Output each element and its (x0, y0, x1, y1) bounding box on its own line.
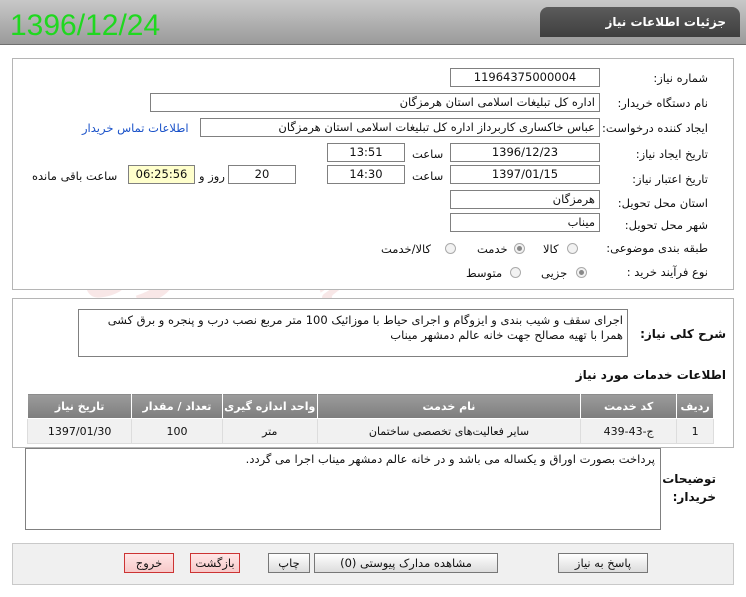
category-service-label: خدمت (477, 242, 508, 256)
process-partial-radio[interactable] (576, 267, 587, 278)
print-button[interactable]: چاپ (268, 553, 310, 573)
buyer-label: نام دستگاه خریدار: (617, 96, 708, 110)
buyer-notes-label-1: توضیحات (662, 472, 716, 486)
process-medium-label: متوسط (466, 266, 503, 280)
category-goods-radio[interactable] (567, 243, 578, 254)
process-medium-radio[interactable] (510, 267, 521, 278)
created-date-field: 1396/12/23 (450, 143, 600, 162)
category-goods-service-label: کالا/خدمت (381, 242, 432, 256)
time-remaining-field: 06:25:56 (128, 165, 195, 184)
buyer-notes-label-2: خریدار: (672, 490, 716, 504)
day-label: روز و (199, 169, 225, 183)
col-service-name: نام خدمت (316, 393, 582, 419)
buyer-notes-text: پرداخت بصورت اوراق و یکساله می باشد و در… (25, 448, 661, 530)
province-field: هرمزگان (450, 190, 600, 209)
category-service-radio[interactable] (514, 243, 525, 254)
col-quantity: تعداد / مقدار (131, 393, 223, 419)
deadline-date-label: تاریخ اعتبار نیاز: (632, 172, 708, 186)
deadline-time-label: ساعت (412, 169, 444, 183)
process-partial-label: جزیی (541, 266, 568, 280)
city-field: میناب (450, 213, 600, 232)
cell-row-number: 1 (676, 418, 714, 444)
cell-unit: متر (221, 418, 318, 444)
page-title: جزئیات اطلاعات نیاز (540, 7, 740, 37)
created-time-field: 13:51 (327, 143, 405, 162)
category-label: طبقه بندی موضوعی: (606, 241, 708, 255)
deadline-date-field: 1397/01/15 (450, 165, 600, 184)
description-label: شرح کلی نیاز: (640, 327, 726, 341)
buyer-field: اداره کل تبلیغات اسلامی استان هرمزگان (150, 93, 600, 112)
cell-quantity: 100 (131, 418, 223, 444)
view-attachments-button[interactable]: مشاهده مدارک پیوستی (0) (314, 553, 498, 573)
province-label: استان محل تحویل: (617, 196, 708, 210)
requester-field: عباس خاکساری کاربرداز اداره کل تبلیغات ا… (200, 118, 600, 137)
back-button[interactable]: بازگشت (190, 553, 240, 573)
need-number-field: 11964375000004 (450, 68, 600, 87)
description-text: اجرای سقف و شیب بندی و ایزوگام و اجرای ح… (78, 309, 628, 357)
created-time-label: ساعت (412, 147, 444, 161)
category-goods-service-radio[interactable] (445, 243, 456, 254)
category-goods-label: کالا (543, 242, 559, 256)
col-row-number: ردیف (676, 393, 714, 419)
cell-need-date: 1397/01/30 (26, 418, 133, 444)
created-date-label: تاریخ ایجاد نیاز: (635, 147, 708, 161)
exit-button[interactable]: خروج (124, 553, 174, 573)
current-date: 1396/12/24 (10, 9, 161, 42)
days-remaining-field: 20 (228, 165, 296, 184)
services-section-title: اطلاعات خدمات مورد نیاز (575, 368, 726, 382)
col-need-date: تاریخ نیاز (26, 393, 133, 419)
buyer-contact-link[interactable]: اطلاعات تماس خریدار (82, 121, 189, 135)
time-remaining-label: ساعت باقی مانده (32, 169, 118, 183)
cell-service-code: ج-43-439 (580, 418, 678, 444)
city-label: شهر محل تحویل: (624, 218, 708, 232)
services-table: تاریخ نیاز تعداد / مقدار واحد اندازه گیر… (26, 393, 714, 444)
deadline-time-field: 14:30 (327, 165, 405, 184)
process-type-label: نوع فرآیند خرید : (626, 265, 708, 279)
col-unit: واحد اندازه گیری (221, 393, 318, 419)
requester-label: ایجاد کننده درخواست: (602, 121, 708, 135)
reply-button[interactable]: پاسخ به نیاز (558, 553, 648, 573)
services-header-row: تاریخ نیاز تعداد / مقدار واحد اندازه گیر… (26, 393, 714, 419)
need-number-label: شماره نیاز: (653, 71, 708, 85)
table-row: 1397/01/30 100 متر سایر فعالیت‌های تخصصی… (26, 418, 714, 444)
col-service-code: کد خدمت (580, 393, 678, 419)
cell-service-name: سایر فعالیت‌های تخصصی ساختمان (316, 418, 582, 444)
